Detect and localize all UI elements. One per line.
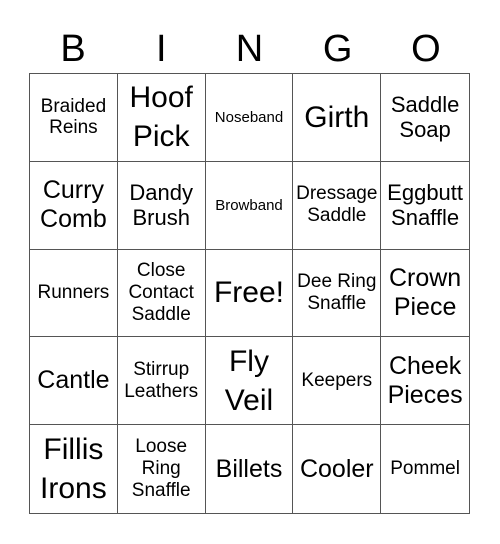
bingo-cell[interactable]: Girth: [293, 74, 382, 162]
bingo-cell[interactable]: Crown Piece: [381, 250, 469, 338]
bingo-cell[interactable]: Pommel: [381, 425, 469, 513]
bingo-cell[interactable]: Curry Comb: [30, 161, 118, 250]
bingo-cell[interactable]: Fly Veil: [205, 337, 294, 426]
header-letter-n: N: [235, 28, 264, 70]
bingo-cell[interactable]: Keepers: [293, 337, 382, 426]
bingo-card-grid: Braided Reins Hoof Pick Noseband Girth S…: [29, 73, 470, 514]
bingo-cell[interactable]: Cheek Pieces: [381, 337, 469, 426]
bingo-cell[interactable]: Loose Ring Snaffle: [118, 425, 206, 513]
bingo-cell[interactable]: Cantle: [30, 337, 118, 426]
bingo-header: B I N G O: [29, 26, 470, 72]
bingo-cell[interactable]: Browband: [205, 161, 294, 250]
header-letter-b: B: [60, 28, 86, 70]
bingo-cell[interactable]: Dressage Saddle: [293, 161, 382, 250]
header-letter-i: I: [156, 28, 167, 70]
bingo-cell[interactable]: Eggbutt Snaffle: [381, 162, 469, 250]
bingo-cell[interactable]: Fillis Irons: [30, 425, 118, 513]
bingo-cell[interactable]: Dandy Brush: [117, 161, 206, 250]
bingo-cell[interactable]: Hoof Pick: [117, 74, 206, 162]
header-letter-o: O: [411, 28, 441, 70]
bingo-cell[interactable]: Saddle Soap: [381, 74, 469, 162]
free-space-cell[interactable]: Free!: [205, 249, 294, 338]
bingo-cell[interactable]: Stirrup Leathers: [117, 337, 206, 426]
bingo-cell[interactable]: Braided Reins: [30, 74, 118, 162]
bingo-cell[interactable]: Dee Ring Snaffle: [293, 249, 382, 338]
bingo-cell[interactable]: Runners: [30, 249, 118, 338]
bingo-cell[interactable]: Noseband: [205, 74, 294, 162]
bingo-cell[interactable]: Cooler: [293, 425, 382, 513]
header-letter-g: G: [322, 28, 353, 70]
bingo-cell[interactable]: Close Contact Saddle: [117, 249, 206, 338]
bingo-cell[interactable]: Billets: [206, 425, 294, 513]
